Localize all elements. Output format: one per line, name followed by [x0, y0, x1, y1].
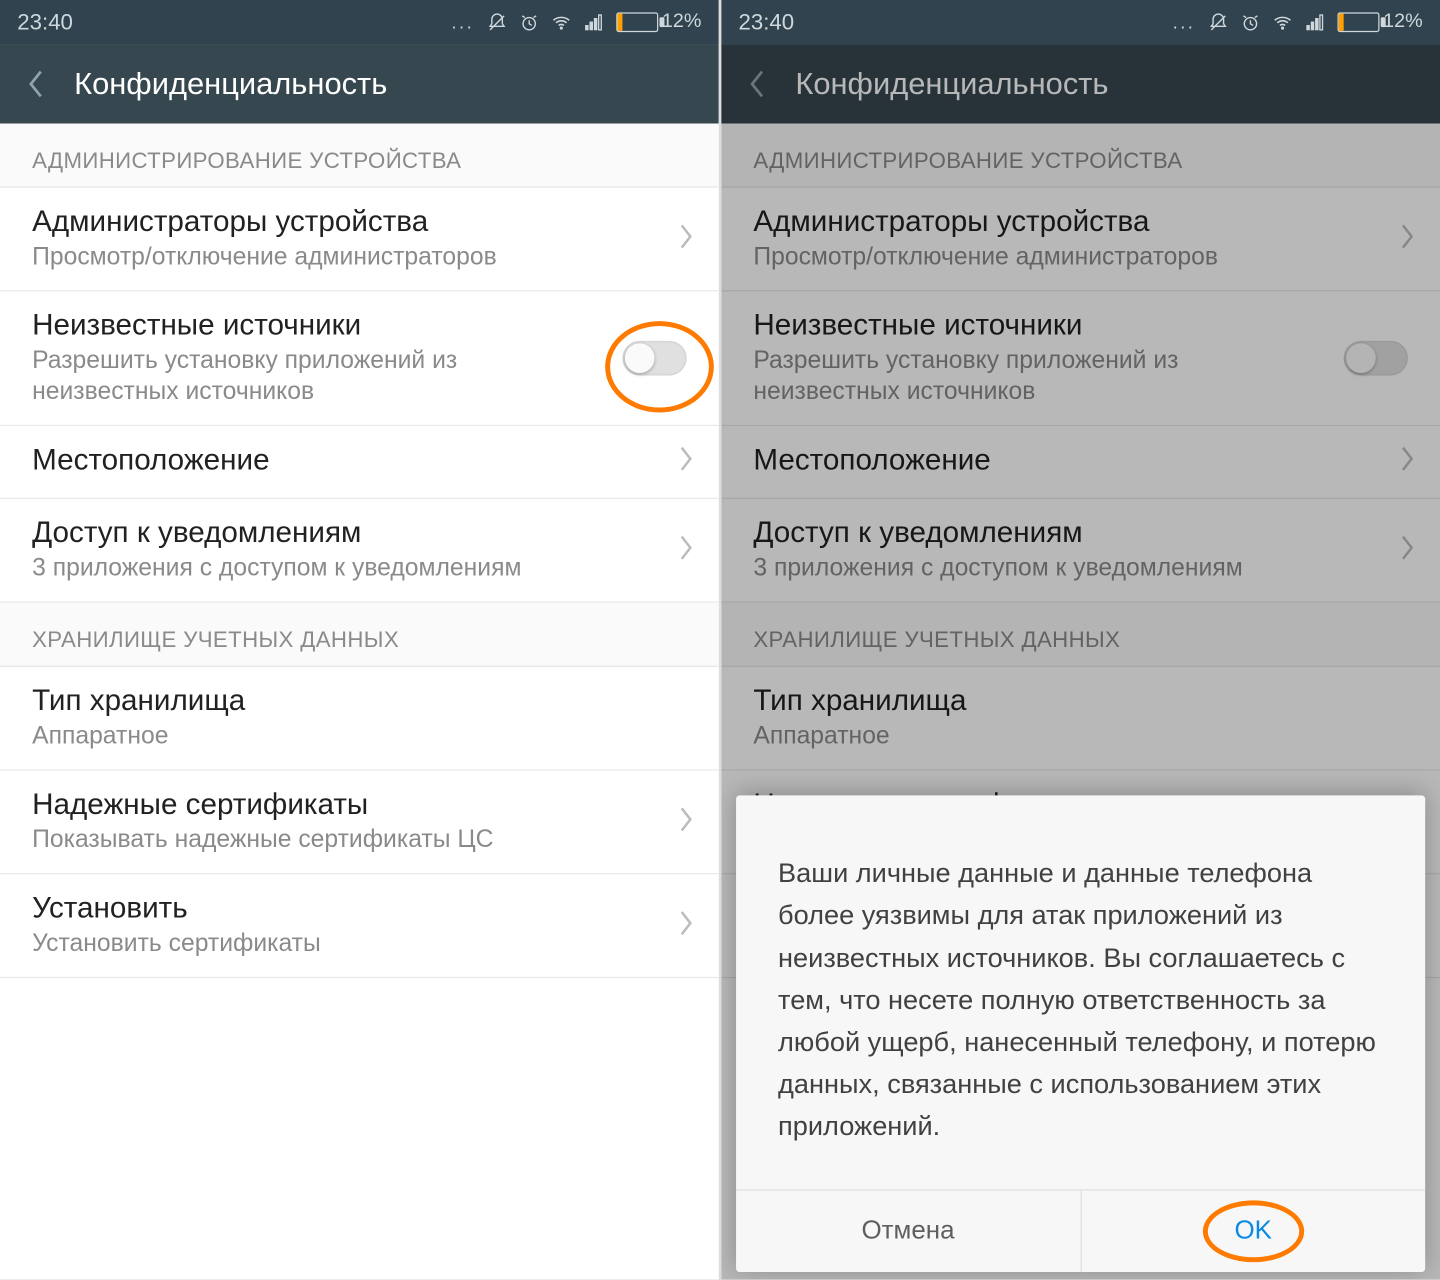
status-bar: 23:40 ... 12%	[0, 0, 719, 44]
chevron-right-icon	[679, 222, 694, 255]
row-title: Администраторы устройства	[32, 205, 654, 240]
page-title: Конфиденциальность	[74, 66, 387, 102]
status-time: 23:40	[739, 9, 795, 35]
mute-icon	[487, 12, 508, 33]
dialog-cancel-button[interactable]: Отмена	[736, 1191, 1080, 1273]
wifi-icon	[1272, 12, 1293, 33]
row-title: Надежные сертификаты	[32, 788, 654, 823]
row-trusted-certs[interactable]: Надежные сертификаты Показывать надежные…	[0, 771, 719, 875]
dialog-actions: Отмена OK	[736, 1189, 1425, 1272]
signal-icon	[583, 12, 604, 33]
dialog-message: Ваши личные данные и данные телефона бол…	[736, 796, 1425, 1190]
row-unknown-sources[interactable]: Неизвестные источники Разрешить установк…	[0, 291, 719, 426]
row-subtitle: Просмотр/отключение администраторов	[32, 242, 654, 273]
more-dots-icon: ...	[1173, 12, 1196, 33]
section-header-admin: АДМИНИСТРИРОВАНИЕ УСТРОЙСТВА	[0, 124, 719, 188]
row-title: Местоположение	[32, 443, 654, 478]
wifi-icon	[551, 12, 572, 33]
toggle-unknown-sources[interactable]	[622, 341, 686, 376]
status-bar: 23:40 ... 12%	[721, 0, 1440, 44]
dialog-ok-button[interactable]: OK	[1080, 1191, 1425, 1273]
row-title: Тип хранилища	[32, 684, 654, 719]
battery-indicator: 12%	[616, 11, 701, 33]
chevron-right-icon	[679, 805, 694, 838]
row-notification-access[interactable]: Доступ к уведомлениям 3 приложения с дос…	[0, 499, 719, 603]
signal-icon	[1304, 12, 1325, 33]
row-title: Неизвестные источники	[32, 309, 595, 344]
battery-indicator: 12%	[1337, 11, 1422, 33]
row-title: Доступ к уведомлениям	[32, 516, 654, 551]
row-storage-type[interactable]: Тип хранилища Аппаратное	[0, 667, 719, 771]
confirm-dialog: Ваши личные данные и данные телефона бол…	[736, 796, 1425, 1272]
battery-pct: 12%	[1383, 11, 1423, 33]
screenshot-right: 23:40 ... 12% Конфиденциальность АДМИНИС…	[721, 0, 1440, 1279]
chevron-right-icon	[679, 445, 694, 478]
app-header: Конфиденциальность	[0, 44, 719, 123]
mute-icon	[1208, 12, 1229, 33]
status-time: 23:40	[17, 9, 73, 35]
alarm-icon	[519, 12, 540, 33]
screenshot-left: 23:40 ... 12% Конфиденциальность АДМИНИС…	[0, 0, 719, 1279]
row-device-admins[interactable]: Администраторы устройства Просмотр/отклю…	[0, 188, 719, 292]
row-subtitle: Разрешить установку приложений из неизве…	[32, 346, 595, 408]
chevron-right-icon	[679, 909, 694, 942]
section-header-storage: ХРАНИЛИЩЕ УЧЕТНЫХ ДАННЫХ	[0, 603, 719, 667]
row-install-certs[interactable]: Установить Установить сертификаты	[0, 874, 719, 978]
row-subtitle: 3 приложения с доступом к уведомлениям	[32, 553, 654, 584]
row-subtitle: Показывать надежные сертификаты ЦС	[32, 825, 654, 856]
alarm-icon	[1240, 12, 1261, 33]
row-location[interactable]: Местоположение	[0, 426, 719, 499]
more-dots-icon: ...	[451, 12, 474, 33]
back-button[interactable]	[17, 65, 54, 102]
row-subtitle: Аппаратное	[32, 721, 654, 752]
battery-pct: 12%	[662, 11, 702, 33]
row-title: Установить	[32, 892, 654, 927]
row-subtitle: Установить сертификаты	[32, 929, 654, 960]
chevron-right-icon	[679, 534, 694, 567]
